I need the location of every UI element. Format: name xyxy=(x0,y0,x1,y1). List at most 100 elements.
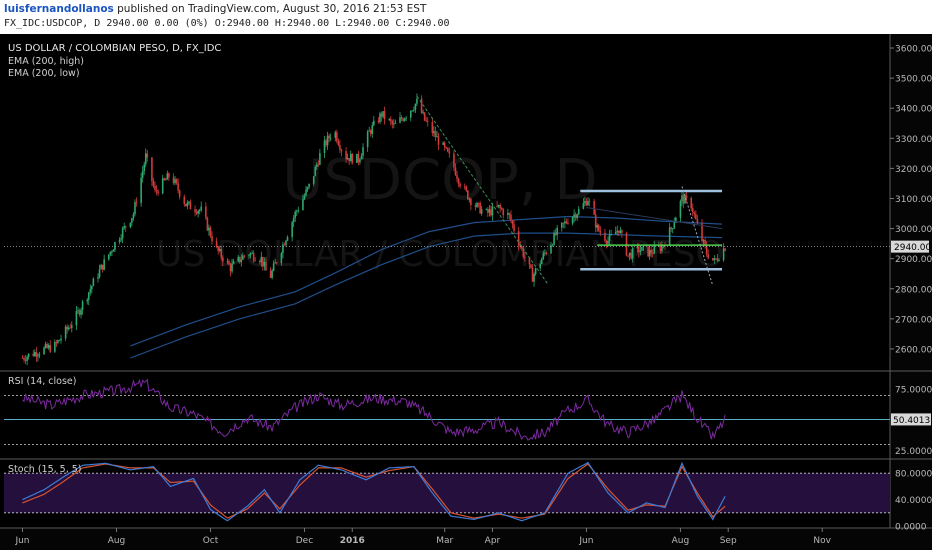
candle-body xyxy=(556,227,558,235)
candle-body xyxy=(265,262,267,271)
candle-body xyxy=(151,157,153,182)
candle-body xyxy=(334,132,337,138)
candle-body xyxy=(34,351,36,356)
candle-body xyxy=(319,153,321,165)
candle-body xyxy=(496,206,498,207)
candle-body xyxy=(618,230,620,233)
candle-body xyxy=(131,217,133,223)
candle-body xyxy=(64,326,67,339)
candle-body xyxy=(542,253,545,259)
candle-body xyxy=(351,153,354,163)
candle-body xyxy=(345,151,347,160)
candle-body xyxy=(328,135,330,139)
candle-body xyxy=(339,145,341,150)
candle-body xyxy=(409,110,412,118)
candle-body xyxy=(571,217,574,224)
candle-body xyxy=(476,202,478,208)
candle-body xyxy=(135,202,138,204)
candle-body xyxy=(163,178,166,180)
candle-body xyxy=(315,164,318,167)
candle-body xyxy=(44,343,47,348)
candle-body xyxy=(144,153,147,165)
candle-body xyxy=(383,111,386,120)
candle-body xyxy=(188,201,190,203)
candle-body xyxy=(306,187,309,190)
candle-body xyxy=(457,178,460,184)
candle-body xyxy=(280,253,283,263)
candle-body xyxy=(178,190,181,197)
candle-body xyxy=(437,136,440,145)
candle-body xyxy=(43,347,45,355)
candle-body xyxy=(262,256,264,267)
candle-body xyxy=(596,225,599,228)
candle-body xyxy=(229,264,232,272)
candle-body xyxy=(303,195,306,199)
candle-body xyxy=(118,239,121,243)
candle-body xyxy=(534,268,537,275)
candle-body xyxy=(420,98,423,114)
time-tick-label: Apr xyxy=(485,536,501,546)
candle-body xyxy=(608,234,611,241)
candle-body xyxy=(55,341,58,343)
candle-body xyxy=(141,171,144,178)
candle-body xyxy=(177,183,179,191)
candle-body xyxy=(531,267,534,282)
candle-body xyxy=(413,109,415,111)
candle-body xyxy=(292,217,295,223)
candle-body xyxy=(577,208,580,215)
candle-body xyxy=(140,177,142,204)
candle-body xyxy=(605,240,608,244)
candle-body xyxy=(101,264,104,270)
candle-body xyxy=(712,258,714,261)
candle-body xyxy=(222,257,224,262)
stoch-tick-label: 40.0000 xyxy=(895,496,932,506)
candle-body xyxy=(616,230,619,232)
candle-body xyxy=(111,251,113,253)
chart-area[interactable]: USDCOP, DUS DOLLAR / COLOMBIAN PESO3600.… xyxy=(0,34,932,550)
candle-body xyxy=(195,211,198,214)
candle-body xyxy=(416,98,418,104)
candle-body xyxy=(146,153,149,158)
candle-body xyxy=(154,185,156,190)
time-tick-label: Nov xyxy=(813,536,831,546)
candle-body xyxy=(576,214,579,219)
candle-body xyxy=(166,173,169,180)
published-text: published on TradingView.com, August 30,… xyxy=(117,3,427,15)
candle-body xyxy=(393,123,395,125)
candle-body xyxy=(189,201,192,210)
candle-body xyxy=(446,148,449,152)
candle-body xyxy=(362,147,364,156)
candle-body xyxy=(544,252,546,254)
candle-body xyxy=(283,244,286,246)
stoch-tick-label: 0.0000 xyxy=(895,523,927,533)
candle-body xyxy=(502,209,505,216)
candle-body xyxy=(269,270,272,278)
candle-body xyxy=(67,327,70,330)
candle-body xyxy=(715,258,717,260)
candle-body xyxy=(197,210,199,214)
price-tick-label: 2900.00 xyxy=(895,255,932,265)
author-link[interactable]: luisfernandollanos xyxy=(4,3,114,15)
candle-body xyxy=(314,166,317,177)
candle-body xyxy=(252,253,255,261)
candle-body xyxy=(468,198,471,200)
price-tick-label: 3600.00 xyxy=(895,45,932,55)
candle-body xyxy=(574,214,577,219)
time-axis-background xyxy=(0,528,932,550)
candle-body xyxy=(685,195,688,198)
stoch-band-fill xyxy=(4,473,890,513)
candle-body xyxy=(520,246,523,249)
candle-body xyxy=(619,230,622,233)
price-tick-label: 3300.00 xyxy=(895,135,932,145)
candle-body xyxy=(436,136,438,138)
candle-body xyxy=(200,206,203,211)
candle-body xyxy=(513,224,515,232)
candle-body xyxy=(508,213,511,215)
candle-body xyxy=(681,195,683,201)
candle-body xyxy=(443,142,446,148)
watermark-symbol: USDCOP, D xyxy=(282,148,597,213)
candle-body xyxy=(271,270,273,278)
candle-body xyxy=(240,259,243,263)
candle-body xyxy=(155,189,158,192)
candle-body xyxy=(588,200,591,202)
